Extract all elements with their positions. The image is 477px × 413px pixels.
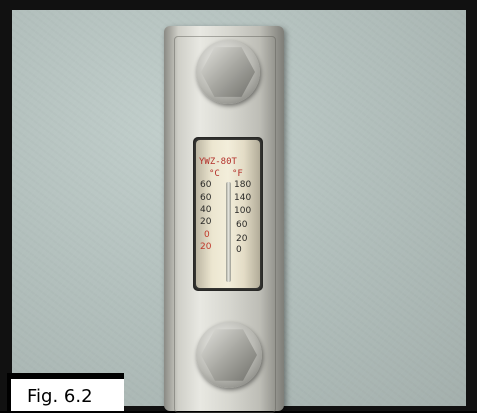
- celsius-tick-4: 0: [204, 230, 210, 240]
- fahrenheit-tick-2: 100: [234, 206, 252, 216]
- fahrenheit-tick-0: 180: [234, 180, 252, 190]
- celsius-unit-label: °C: [209, 169, 220, 179]
- celsius-tick-3: 20: [200, 217, 212, 227]
- gauge-model-label: YWZ-80T: [199, 157, 237, 167]
- celsius-tick-5: 20: [200, 242, 212, 252]
- figure-caption: Fig. 6.2: [27, 386, 93, 407]
- photo: YWZ-80T °C °F 60 60 40 20 0 20 180 140 1…: [0, 0, 477, 413]
- fahrenheit-tick-5: 0: [236, 245, 242, 255]
- fahrenheit-tick-4: 20: [236, 234, 248, 244]
- celsius-tick-2: 40: [200, 205, 212, 215]
- fahrenheit-unit-label: °F: [232, 169, 243, 179]
- thermometer-tube: [226, 182, 231, 282]
- fahrenheit-tick-1: 140: [234, 193, 252, 203]
- celsius-tick-0: 60: [200, 180, 212, 190]
- fahrenheit-tick-3: 60: [236, 220, 248, 230]
- celsius-tick-1: 60: [200, 193, 212, 203]
